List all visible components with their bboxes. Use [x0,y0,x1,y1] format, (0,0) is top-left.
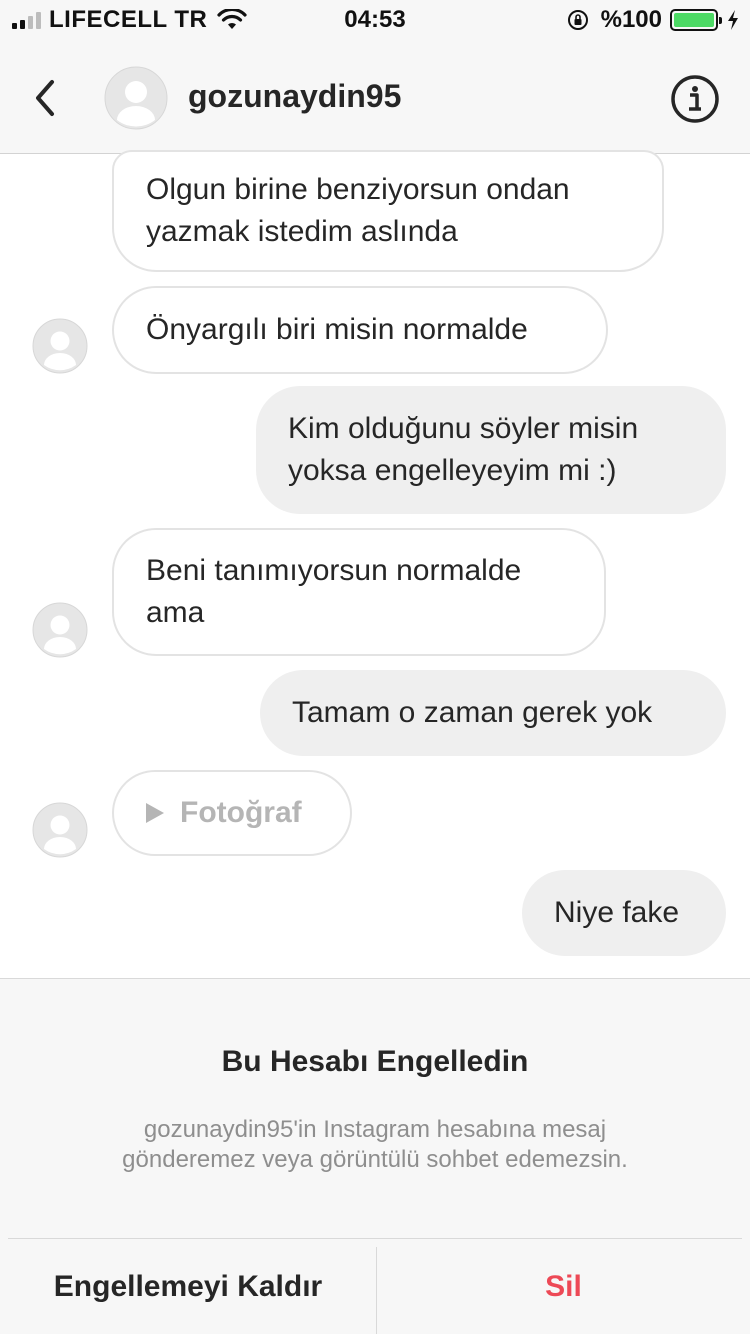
photo-label: Fotoğraf [180,796,302,829]
message-bubble-incoming[interactable]: Olgun birine benziyorsun ondan yazmak is… [112,150,664,272]
battery-percentage: %100 [600,6,662,33]
photo-message-bubble[interactable]: Fotoğraf [112,770,352,856]
chat-username[interactable]: gozunaydin95 [188,78,401,115]
message-bubble-incoming[interactable]: Beni tanımıyorsun normalde ama [112,528,606,656]
message-text: Niye fake [554,896,680,929]
battery-cap [719,17,722,24]
message-text: Olgun birine benziyorsun ondan yazmak is… [146,173,570,248]
info-icon[interactable] [670,74,720,124]
message-bubble-outgoing[interactable]: Tamam o zaman gerek yok [260,670,726,756]
rotation-lock-icon [567,10,588,30]
blocked-description: gozunaydin95'in Instagram hesabına mesaj… [122,1116,628,1173]
actions-divider [8,1238,742,1239]
message-text: Beni tanımıyorsun normalde ama [146,554,522,629]
unblock-button[interactable]: Engellemeyi Kaldır [0,1255,376,1319]
blocked-account-panel: Bu Hesabı Engelledin gozunaydin95'in Ins… [0,978,750,1334]
chat-header: gozunaydin95 [0,42,750,154]
sender-avatar[interactable] [32,802,88,858]
message-bubble-incoming[interactable]: Önyargılı biri misin normalde [112,286,608,374]
status-bar: LIFECELL TR 04:53 %100 [0,0,750,42]
battery-icon [670,9,722,31]
sender-avatar[interactable] [32,318,88,374]
play-icon [146,803,164,823]
message-bubble-outgoing[interactable]: Niye fake [522,870,726,956]
message-text: Kim olduğunu söyler misin yoksa engelley… [288,412,639,487]
charging-icon [728,10,738,30]
message-text: Önyargılı biri misin normalde [146,313,528,346]
message-text: Tamam o zaman gerek yok [292,696,653,729]
status-right: %100 [567,6,740,34]
delete-button[interactable]: Sil [377,1255,750,1319]
blocked-title: Bu Hesabı Engelledin [221,1045,529,1078]
message-bubble-outgoing[interactable]: Kim olduğunu söyler misin yoksa engelley… [256,386,726,514]
sender-avatar[interactable] [32,602,88,658]
avatar[interactable] [104,66,168,130]
back-icon[interactable] [30,76,62,120]
battery-level-fill [674,13,714,27]
